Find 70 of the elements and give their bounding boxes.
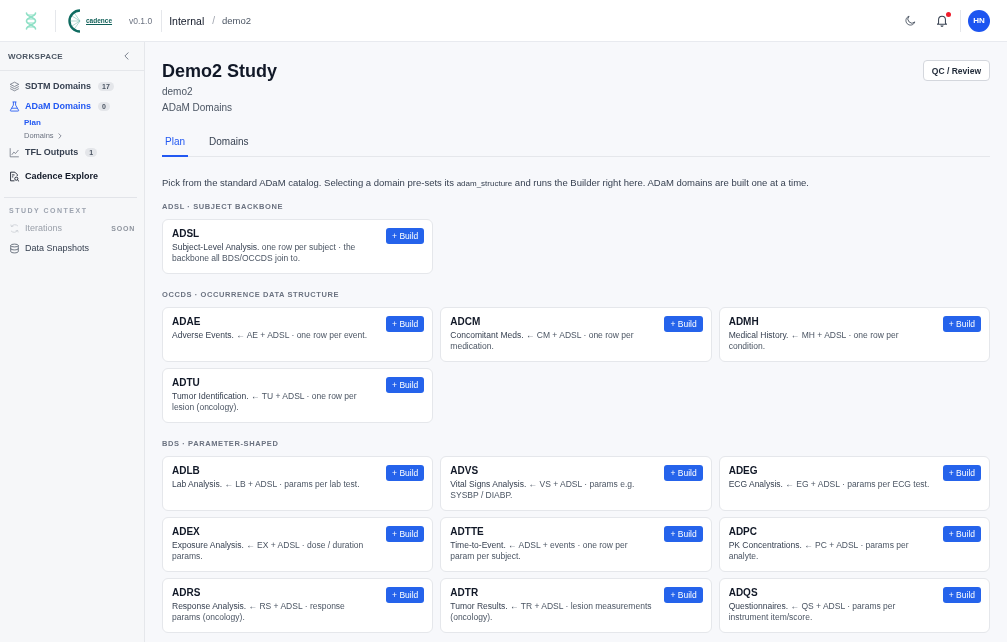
domain-code: ADEG [728,465,759,477]
layers-icon [9,80,20,92]
sidebar-heading: WORKSPACE [8,51,63,61]
build-button[interactable]: + Build [942,526,981,542]
domain-description: PK Concentrations. ← PC + ADSL · params per analyte. [728,540,910,562]
domain-code: ADAE [172,316,202,328]
line-chart-icon [9,146,20,158]
domain-description: Vital Signs Analysis. ← VS + ADSL · params e.g. SYSBP / DIABP. [450,479,636,501]
sidebar-item[interactable]: Cadence Explore [9,166,144,186]
chevron-right-icon [57,132,62,139]
build-button[interactable]: + Build [664,465,703,481]
domain-code: ADVS [450,465,480,477]
domain-description: Response Analysis. ← RS + ADSL · response params (oncology). [172,601,346,623]
version-label: v0.1.0 [129,15,153,26]
build-button[interactable]: + Build [942,587,981,603]
domain-description: Questionnaires. ← QS + ADSL · params per instrument item/score. [728,601,897,623]
build-button[interactable]: + Build [942,465,981,481]
domain-description: Time-to-Event. ← ADSL + events · one row per param per subject. [450,540,629,562]
study-id: demo2 [162,85,194,99]
build-button[interactable]: + Build [664,316,703,332]
build-button[interactable]: + Build [386,377,425,393]
database-icon [9,242,20,254]
sidebar-item[interactable]: Data Snapshots [9,238,144,258]
domain-code: ADQS [728,587,759,599]
build-button[interactable]: + Build [664,587,703,603]
build-button[interactable]: + Build [386,587,425,603]
intro-text: Pick from the standard ADaM catalog. Selecting a domain pre-sets its adam_structure and runs the Builder right here. ADaM domains are built one at a time. [162,176,810,190]
domain-description: ECG Analysis. ← EG + ADSL · params per ECG test. [728,479,931,490]
domain-code: ADLB [172,465,201,477]
domain-description: Tumor Identification. ← TU + ADSL · one row per lesion (oncology). [172,391,358,413]
domain-code: ADCM [450,316,482,328]
sidebar-subitem[interactable]: Plan [24,116,144,129]
domain-description: Concomitant Meds. ← CM + ADSL · one row per medication. [450,330,635,352]
domain-code: ADTTE [450,526,485,538]
user-avatar[interactable]: HN [968,9,990,32]
domain-code: ADPC [728,526,758,538]
domain-description: Subject-Level Analysis. one row per subject · the backbone all BDS/OCCDS join to. [172,242,357,264]
breadcrumb-link[interactable]: Internal [169,14,205,27]
tab[interactable]: Plan [162,130,188,157]
build-button[interactable]: + Build [386,465,425,481]
chevron-left-icon[interactable] [124,52,129,60]
build-button[interactable]: + Build [942,316,981,332]
domain-description: Medical History. ← MH + ADSL · one row per condition. [728,330,900,352]
domain-description: Adverse Events. ← AE + ADSL · one row per event. [172,330,369,341]
domain-code: ADTU [172,377,201,389]
tab[interactable]: Domains [206,130,252,157]
bell-icon[interactable] [936,14,948,27]
document-search-icon [9,170,20,182]
sync-icon [9,222,20,234]
flask-icon [9,100,20,112]
build-button[interactable]: + Build [386,228,425,244]
qc-review-button[interactable]: QC / Review [922,60,990,81]
page-title: Demo2 Study [162,60,278,82]
breadcrumb-link[interactable]: demo2 [222,15,252,26]
dna-icon [25,11,37,30]
domain-code: ADMH [728,316,760,328]
moon-icon[interactable] [905,15,916,26]
build-button[interactable]: + Build [664,526,703,542]
domain-code: ADTR [450,587,480,599]
domain-description: Exposure Analysis. ← EX + ADSL · dose / duration params. [172,540,365,562]
domain-code: ADRS [172,587,202,599]
logo-icon [65,8,81,33]
domain-code: ADEX [172,526,201,538]
domain-description: Lab Analysis. ← LB + ADSL · params per lab test. [172,479,361,490]
build-button[interactable]: + Build [386,526,425,542]
breadcrumb-separator: / [212,15,215,26]
domain-description: Tumor Results. ← TR + ADSL · lesion measurements (oncology). [450,601,653,623]
section-name: ADaM Domains [162,101,234,115]
domain-code: ADSL [172,228,201,240]
build-button[interactable]: + Build [386,316,425,332]
